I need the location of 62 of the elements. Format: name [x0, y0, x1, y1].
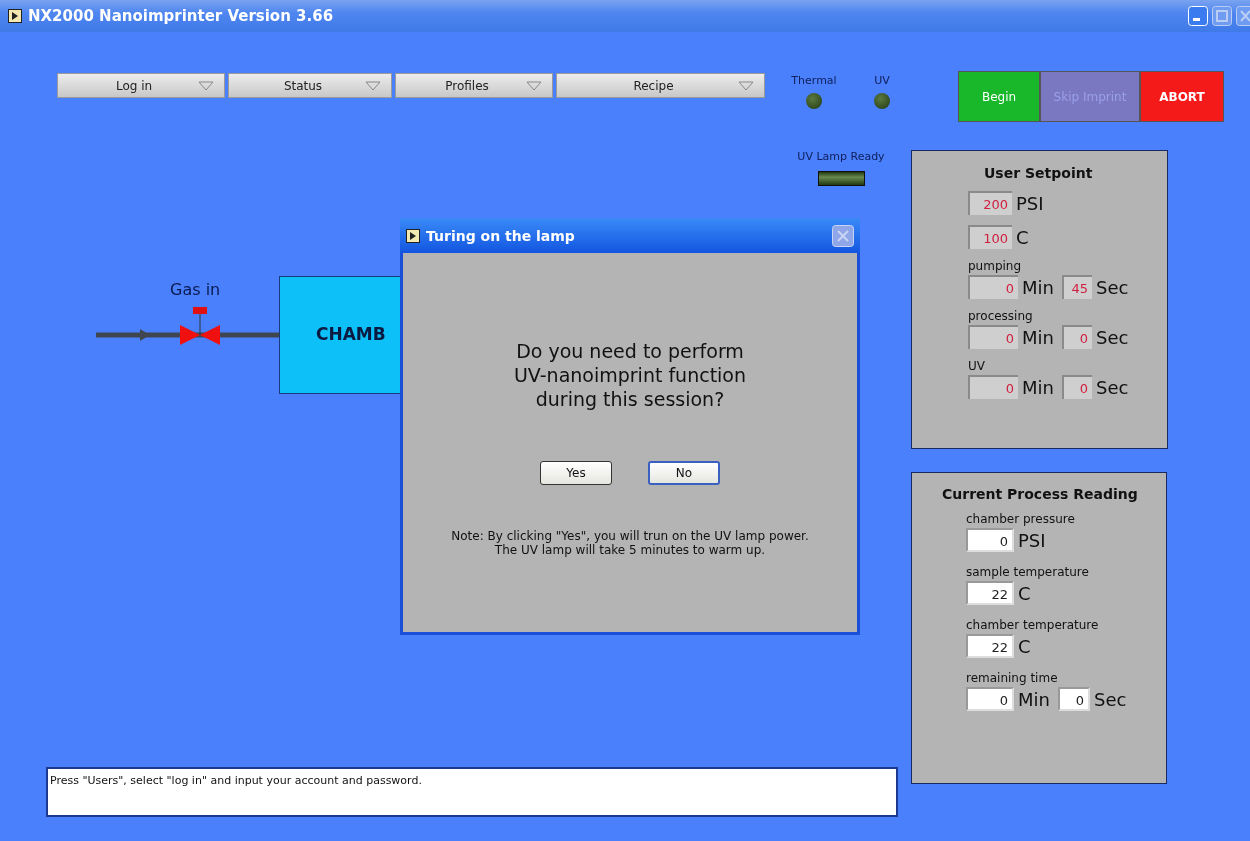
- unit-label: C: [1018, 635, 1031, 657]
- indicator-label: UV: [874, 74, 890, 87]
- unit-label: Min: [1022, 276, 1054, 298]
- reading-field: 0: [1057, 687, 1090, 711]
- dialog-note: Note: By clicking "Yes", you will trun on the UV lamp power. The UV lamp will take 5 minutes to warm up.: [451, 529, 809, 557]
- dialog-title: Turing on the lamp: [426, 227, 575, 244]
- menu-dropdown[interactable]: Profiles: [395, 73, 553, 98]
- window-title: NX2000 Nanoimprinter Version 3.66: [28, 7, 334, 25]
- setpoint-field[interactable]: 100: [968, 225, 1012, 249]
- dialog-question: Do you need to perform UV-nanoimprint function during this session?: [513, 339, 747, 411]
- reading-field: 0: [966, 528, 1014, 552]
- field-label: sample temperature: [966, 565, 1090, 579]
- minimize-icon[interactable]: [1188, 6, 1208, 26]
- action-button[interactable]: Begin: [958, 71, 1040, 122]
- maximize-icon: [1212, 6, 1232, 26]
- unit-label: PSI: [1016, 192, 1044, 214]
- unit-label: Sec: [1095, 276, 1129, 298]
- menu-dropdown[interactable]: Status: [228, 73, 392, 98]
- close-icon[interactable]: [1236, 6, 1250, 26]
- unit-label: PSI: [1018, 529, 1046, 551]
- unit-label: Sec: [1095, 376, 1129, 398]
- unit-label: Min: [1022, 376, 1054, 398]
- field-label: processing: [968, 309, 1034, 323]
- field-label: UV: [968, 359, 986, 373]
- dialog-button[interactable]: No: [648, 461, 720, 485]
- chamber-label: CHAMB: [316, 324, 386, 344]
- field-label: chamber pressure: [966, 512, 1076, 526]
- caret-icon: [738, 80, 754, 91]
- setpoint-field[interactable]: 0: [968, 325, 1018, 349]
- message-field: Press "Users", select "log in" and input your account and password.: [46, 767, 898, 817]
- action-button[interactable]: ABORT: [1140, 71, 1224, 122]
- indicator-label: Thermal: [791, 74, 837, 87]
- field-label: chamber temperature: [966, 618, 1100, 632]
- panel-title: User Setpoint: [984, 165, 1094, 181]
- reading-field: 22: [966, 581, 1014, 605]
- lamp-label: UV Lamp Ready: [797, 150, 885, 163]
- setpoint-field[interactable]: 45: [1061, 275, 1092, 299]
- setpoint-field[interactable]: 0: [968, 275, 1018, 299]
- dialog-button[interactable]: Yes: [540, 461, 612, 485]
- menu-dropdown[interactable]: Recipe: [556, 73, 765, 98]
- unit-label: Min: [1022, 326, 1054, 348]
- reading-field: 22: [966, 634, 1014, 658]
- unit-label: Sec: [1093, 688, 1127, 710]
- field-label: remaining time: [966, 671, 1059, 685]
- reading-field: 0: [966, 687, 1014, 711]
- menu-dropdown[interactable]: Log in: [57, 73, 225, 98]
- unit-label: Min: [1018, 688, 1050, 710]
- unit-label: Sec: [1095, 326, 1129, 348]
- caret-icon: [365, 80, 381, 91]
- app-icon: [406, 228, 420, 243]
- setpoint-field[interactable]: 0: [968, 375, 1018, 399]
- caret-icon: [198, 80, 214, 91]
- valve-label: Gas in: [170, 280, 221, 299]
- field-label: pumping: [968, 259, 1023, 273]
- unit-label: C: [1016, 226, 1029, 248]
- setpoint-field[interactable]: 200: [968, 191, 1012, 215]
- caret-icon: [526, 80, 542, 91]
- setpoint-field[interactable]: 0: [1061, 375, 1092, 399]
- panel-title: Current Process Reading: [942, 486, 1139, 502]
- app-icon: [8, 9, 22, 23]
- setpoint-field[interactable]: 0: [1061, 325, 1092, 349]
- unit-label: C: [1018, 582, 1031, 604]
